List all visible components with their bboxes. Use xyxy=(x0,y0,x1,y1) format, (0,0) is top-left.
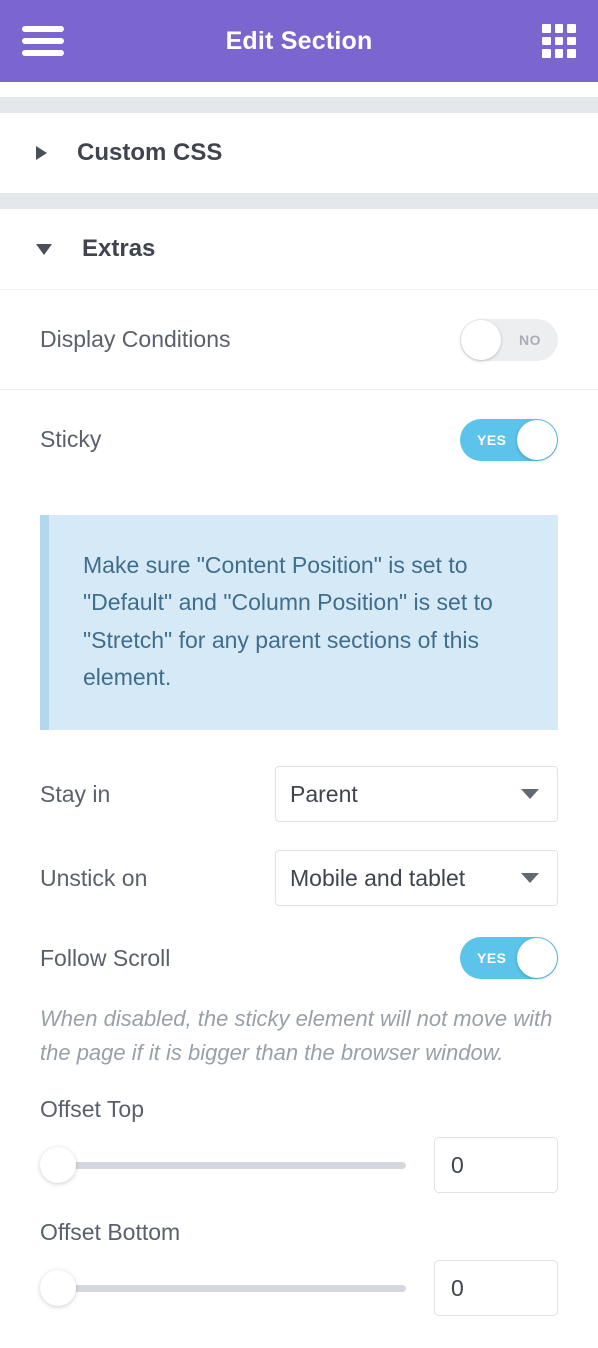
input-offset-bottom[interactable]: 0 xyxy=(434,1260,558,1317)
section-header-extras[interactable]: Extras xyxy=(0,209,598,289)
toggle-state-label: YES xyxy=(477,431,507,448)
label-offset-top: Offset Top xyxy=(40,1096,144,1123)
toggle-follow-scroll[interactable]: YES xyxy=(460,937,558,979)
grid-cell xyxy=(554,36,564,46)
slider-track xyxy=(52,1161,406,1169)
select-stay-in[interactable]: Parent xyxy=(275,766,558,822)
section-header-custom-css[interactable]: Custom CSS xyxy=(0,113,598,193)
label-offset-bottom: Offset Bottom xyxy=(40,1219,181,1246)
header-spacer xyxy=(0,82,598,97)
label-stay-in: Stay in xyxy=(40,780,111,807)
row-offset-bottom: 0 xyxy=(0,1246,598,1317)
hamburger-bar xyxy=(22,50,64,56)
row-sticky: Sticky YES xyxy=(0,389,598,489)
notice-container: Make sure "Content Position" is set to "… xyxy=(0,489,598,730)
section-title-custom-css: Custom CSS xyxy=(77,139,223,166)
row-display-conditions: Display Conditions NO xyxy=(0,289,598,389)
row-follow-scroll: Follow Scroll YES xyxy=(0,920,598,996)
page-title: Edit Section xyxy=(225,26,373,55)
toggle-knob xyxy=(461,319,501,360)
info-notice: Make sure "Content Position" is set to "… xyxy=(40,515,558,730)
select-unstick-on[interactable]: Mobile and tablet xyxy=(275,850,558,906)
label-sticky: Sticky xyxy=(40,426,102,452)
app-header: Edit Section xyxy=(0,0,598,82)
select-unstick-on-value: Mobile and tablet xyxy=(290,864,466,891)
label-unstick-on: Unstick on xyxy=(40,864,148,891)
grid-cell xyxy=(542,49,551,58)
grid-cell xyxy=(554,49,564,58)
chevron-down-icon xyxy=(521,789,539,799)
select-stay-in-value: Parent xyxy=(290,780,358,807)
chevron-down-icon xyxy=(521,873,539,883)
section-band-top xyxy=(0,97,598,113)
row-offset-top: 0 xyxy=(0,1123,598,1194)
follow-scroll-description: When disabled, the sticky element will n… xyxy=(40,1006,553,1066)
section-title-extras: Extras xyxy=(82,235,156,262)
hamburger-menu-icon[interactable] xyxy=(22,26,64,56)
row-unstick-on: Unstick on Mobile and tablet xyxy=(0,836,598,920)
grid-cell xyxy=(554,24,564,33)
apps-grid-icon[interactable] xyxy=(542,24,576,58)
toggle-knob xyxy=(517,938,557,978)
label-display-conditions: Display Conditions xyxy=(40,326,231,352)
grid-cell xyxy=(567,24,576,33)
label-follow-scroll: Follow Scroll xyxy=(40,944,171,971)
toggle-display-conditions[interactable]: NO xyxy=(460,318,558,361)
grid-cell xyxy=(542,24,551,33)
grid-cell xyxy=(567,49,576,58)
toggle-sticky[interactable]: YES xyxy=(460,418,558,461)
hamburger-bar xyxy=(22,38,64,44)
row-stay-in: Stay in Parent xyxy=(0,752,598,836)
caret-down-icon xyxy=(36,243,52,255)
grid-cell xyxy=(542,36,551,46)
slider-offset-bottom[interactable] xyxy=(40,1265,406,1311)
grid-cell xyxy=(567,36,576,46)
slider-thumb-offset-bottom[interactable] xyxy=(40,1270,76,1307)
slider-offset-top[interactable] xyxy=(40,1142,406,1188)
section-band-middle xyxy=(0,193,598,209)
edit-section-panel: Edit Section Custom CSS Extras Display C… xyxy=(0,0,598,1348)
toggle-state-label: NO xyxy=(519,331,541,348)
caret-right-icon xyxy=(36,146,47,160)
hamburger-bar xyxy=(22,26,64,32)
slider-thumb-offset-top[interactable] xyxy=(40,1147,76,1184)
toggle-state-label: YES xyxy=(477,950,507,966)
slider-track xyxy=(52,1284,406,1292)
toggle-knob xyxy=(517,419,557,460)
input-offset-top[interactable]: 0 xyxy=(434,1137,558,1194)
